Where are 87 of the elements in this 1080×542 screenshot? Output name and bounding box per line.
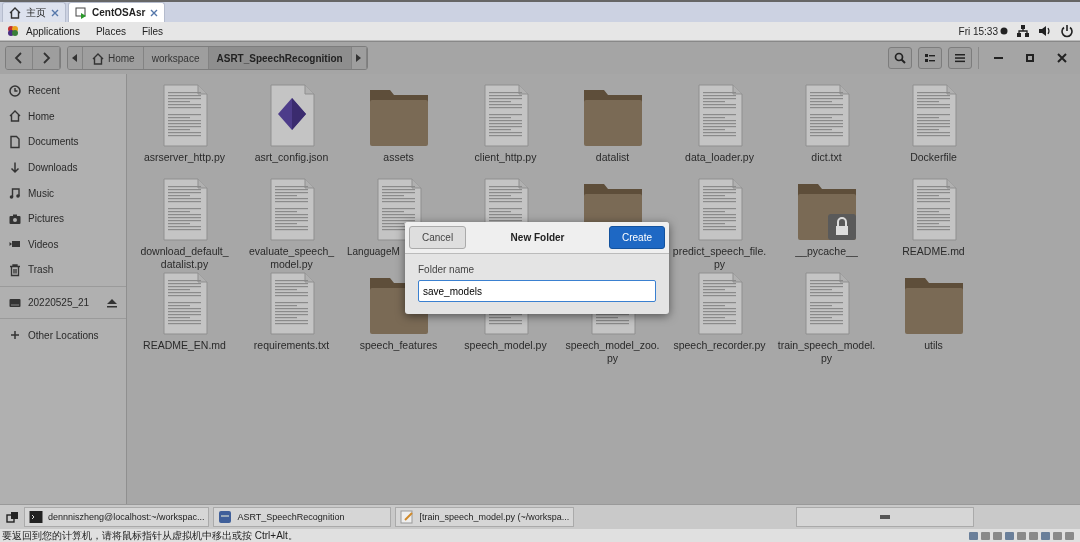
clock[interactable]: Fri 15:33 bbox=[958, 25, 998, 37]
file-name: speech_features bbox=[358, 339, 439, 352]
terminal-icon bbox=[29, 510, 43, 524]
file-name: download_default_datalist.py bbox=[139, 245, 230, 271]
path-button[interactable]: ASRT_SpeechRecognition bbox=[208, 47, 352, 69]
show-desktop-icon[interactable] bbox=[6, 510, 20, 524]
path-button[interactable]: Home bbox=[83, 47, 144, 69]
search-icon bbox=[894, 52, 906, 64]
download-icon bbox=[8, 160, 22, 175]
network-icon[interactable] bbox=[1016, 24, 1030, 38]
scroll-left-button[interactable] bbox=[68, 47, 83, 69]
file-name: asrserver_http.py bbox=[142, 151, 227, 164]
chevron-right-icon bbox=[41, 52, 51, 64]
sidebar-item[interactable]: Downloads bbox=[0, 154, 126, 181]
file-name: speech_model.py bbox=[463, 339, 548, 352]
power-icon[interactable] bbox=[1060, 24, 1074, 38]
dash-icon bbox=[879, 514, 891, 520]
file-name: data_loader.py bbox=[684, 151, 755, 164]
menu-icon bbox=[954, 52, 966, 64]
dot-icon bbox=[1000, 27, 1008, 35]
file-name: assets bbox=[382, 151, 415, 164]
view-toggle-button[interactable] bbox=[918, 47, 942, 69]
sidebar-item[interactable]: Music bbox=[0, 180, 126, 206]
file-name: README_EN.md bbox=[142, 339, 227, 352]
monitor-icon bbox=[74, 5, 88, 20]
sidebar-item[interactable]: Other Locations bbox=[0, 322, 126, 348]
create-button[interactable]: Create bbox=[609, 226, 665, 249]
cancel-button[interactable]: Cancel bbox=[409, 226, 467, 249]
home-icon bbox=[91, 51, 104, 65]
triangle-right-icon bbox=[355, 54, 362, 62]
file-name: asrt_config.json bbox=[253, 151, 330, 164]
file-name: dict.txt bbox=[810, 151, 843, 164]
trash-icon bbox=[8, 262, 22, 277]
file-name: README.md bbox=[901, 245, 966, 258]
triangle-left-icon bbox=[72, 54, 78, 62]
file-name: datalist bbox=[594, 151, 631, 164]
file-name: utils bbox=[923, 339, 944, 352]
sidebar-item[interactable]: Trash bbox=[0, 257, 126, 283]
music-icon bbox=[8, 186, 22, 201]
close-icon bbox=[1056, 52, 1068, 64]
sidebar-item[interactable]: Home bbox=[0, 103, 126, 130]
minimize-icon bbox=[993, 57, 1003, 59]
chevron-left-icon bbox=[14, 52, 24, 64]
taskbar-button[interactable]: ASRT_SpeechRecognition bbox=[213, 507, 392, 527]
vm-tab[interactable]: 主页 bbox=[2, 2, 66, 22]
back-button[interactable] bbox=[6, 47, 33, 69]
file-name: speech_model_zoo.py bbox=[564, 339, 661, 365]
taskbar-button[interactable]: dennniszheng@localhost:~/workspac... bbox=[24, 507, 210, 527]
file-name: client_http.py bbox=[473, 151, 538, 164]
field-label: Folder name bbox=[418, 264, 476, 275]
close-icon[interactable] bbox=[149, 7, 160, 18]
volume-icon[interactable] bbox=[1038, 24, 1052, 38]
file-name: train_speech_model.py bbox=[776, 339, 877, 365]
file-name: speech_recorder.py bbox=[672, 339, 767, 352]
eject-icon[interactable] bbox=[106, 296, 118, 309]
file-name: requirements.txt bbox=[252, 339, 331, 352]
folder-name-field[interactable]: save_models bbox=[418, 280, 656, 302]
sidebar-item[interactable]: Videos bbox=[0, 231, 126, 258]
sidebar-item[interactable]: Recent bbox=[0, 78, 126, 104]
sidebar-item[interactable]: Pictures bbox=[0, 205, 126, 232]
file-name: LanguageM bbox=[347, 245, 400, 258]
file-name: evaluate_speech_model.py bbox=[247, 245, 336, 271]
applications-icon bbox=[6, 24, 20, 38]
clock-icon bbox=[8, 83, 22, 98]
status-message: 要返回到您的计算机，请将鼠标指针从虚拟机中移出或按 Ctrl+Alt。 bbox=[2, 529, 298, 542]
sidebar-item[interactable]: 20220525_21 bbox=[0, 289, 126, 316]
maximize-icon bbox=[1024, 52, 1036, 64]
vm-tab[interactable]: CentOSAsr bbox=[68, 2, 166, 22]
search-button[interactable] bbox=[888, 47, 912, 69]
home-icon bbox=[8, 109, 22, 124]
taskbar-button[interactable]: [train_speech_model.py (~/workspa... bbox=[395, 507, 575, 527]
dialog-title: New Folder bbox=[510, 232, 565, 243]
menu-item[interactable]: Places bbox=[95, 25, 126, 37]
close-icon[interactable] bbox=[50, 7, 60, 18]
file-name: predict_speech_file.py bbox=[671, 245, 768, 271]
sidebar-item[interactable]: Documents bbox=[0, 129, 126, 155]
file-name: __pycache__ bbox=[794, 245, 859, 258]
file-name: Dockerfile bbox=[909, 151, 958, 164]
forward-button[interactable] bbox=[33, 47, 60, 69]
menu-item[interactable]: Files bbox=[141, 25, 164, 37]
home-icon bbox=[8, 5, 22, 20]
notepad-icon bbox=[400, 510, 415, 524]
menu-button[interactable] bbox=[948, 47, 972, 69]
list-icon bbox=[924, 52, 936, 64]
path-button[interactable]: workspace bbox=[143, 47, 209, 69]
menu-item[interactable]: Applications bbox=[26, 25, 80, 37]
document-icon bbox=[8, 135, 22, 149]
